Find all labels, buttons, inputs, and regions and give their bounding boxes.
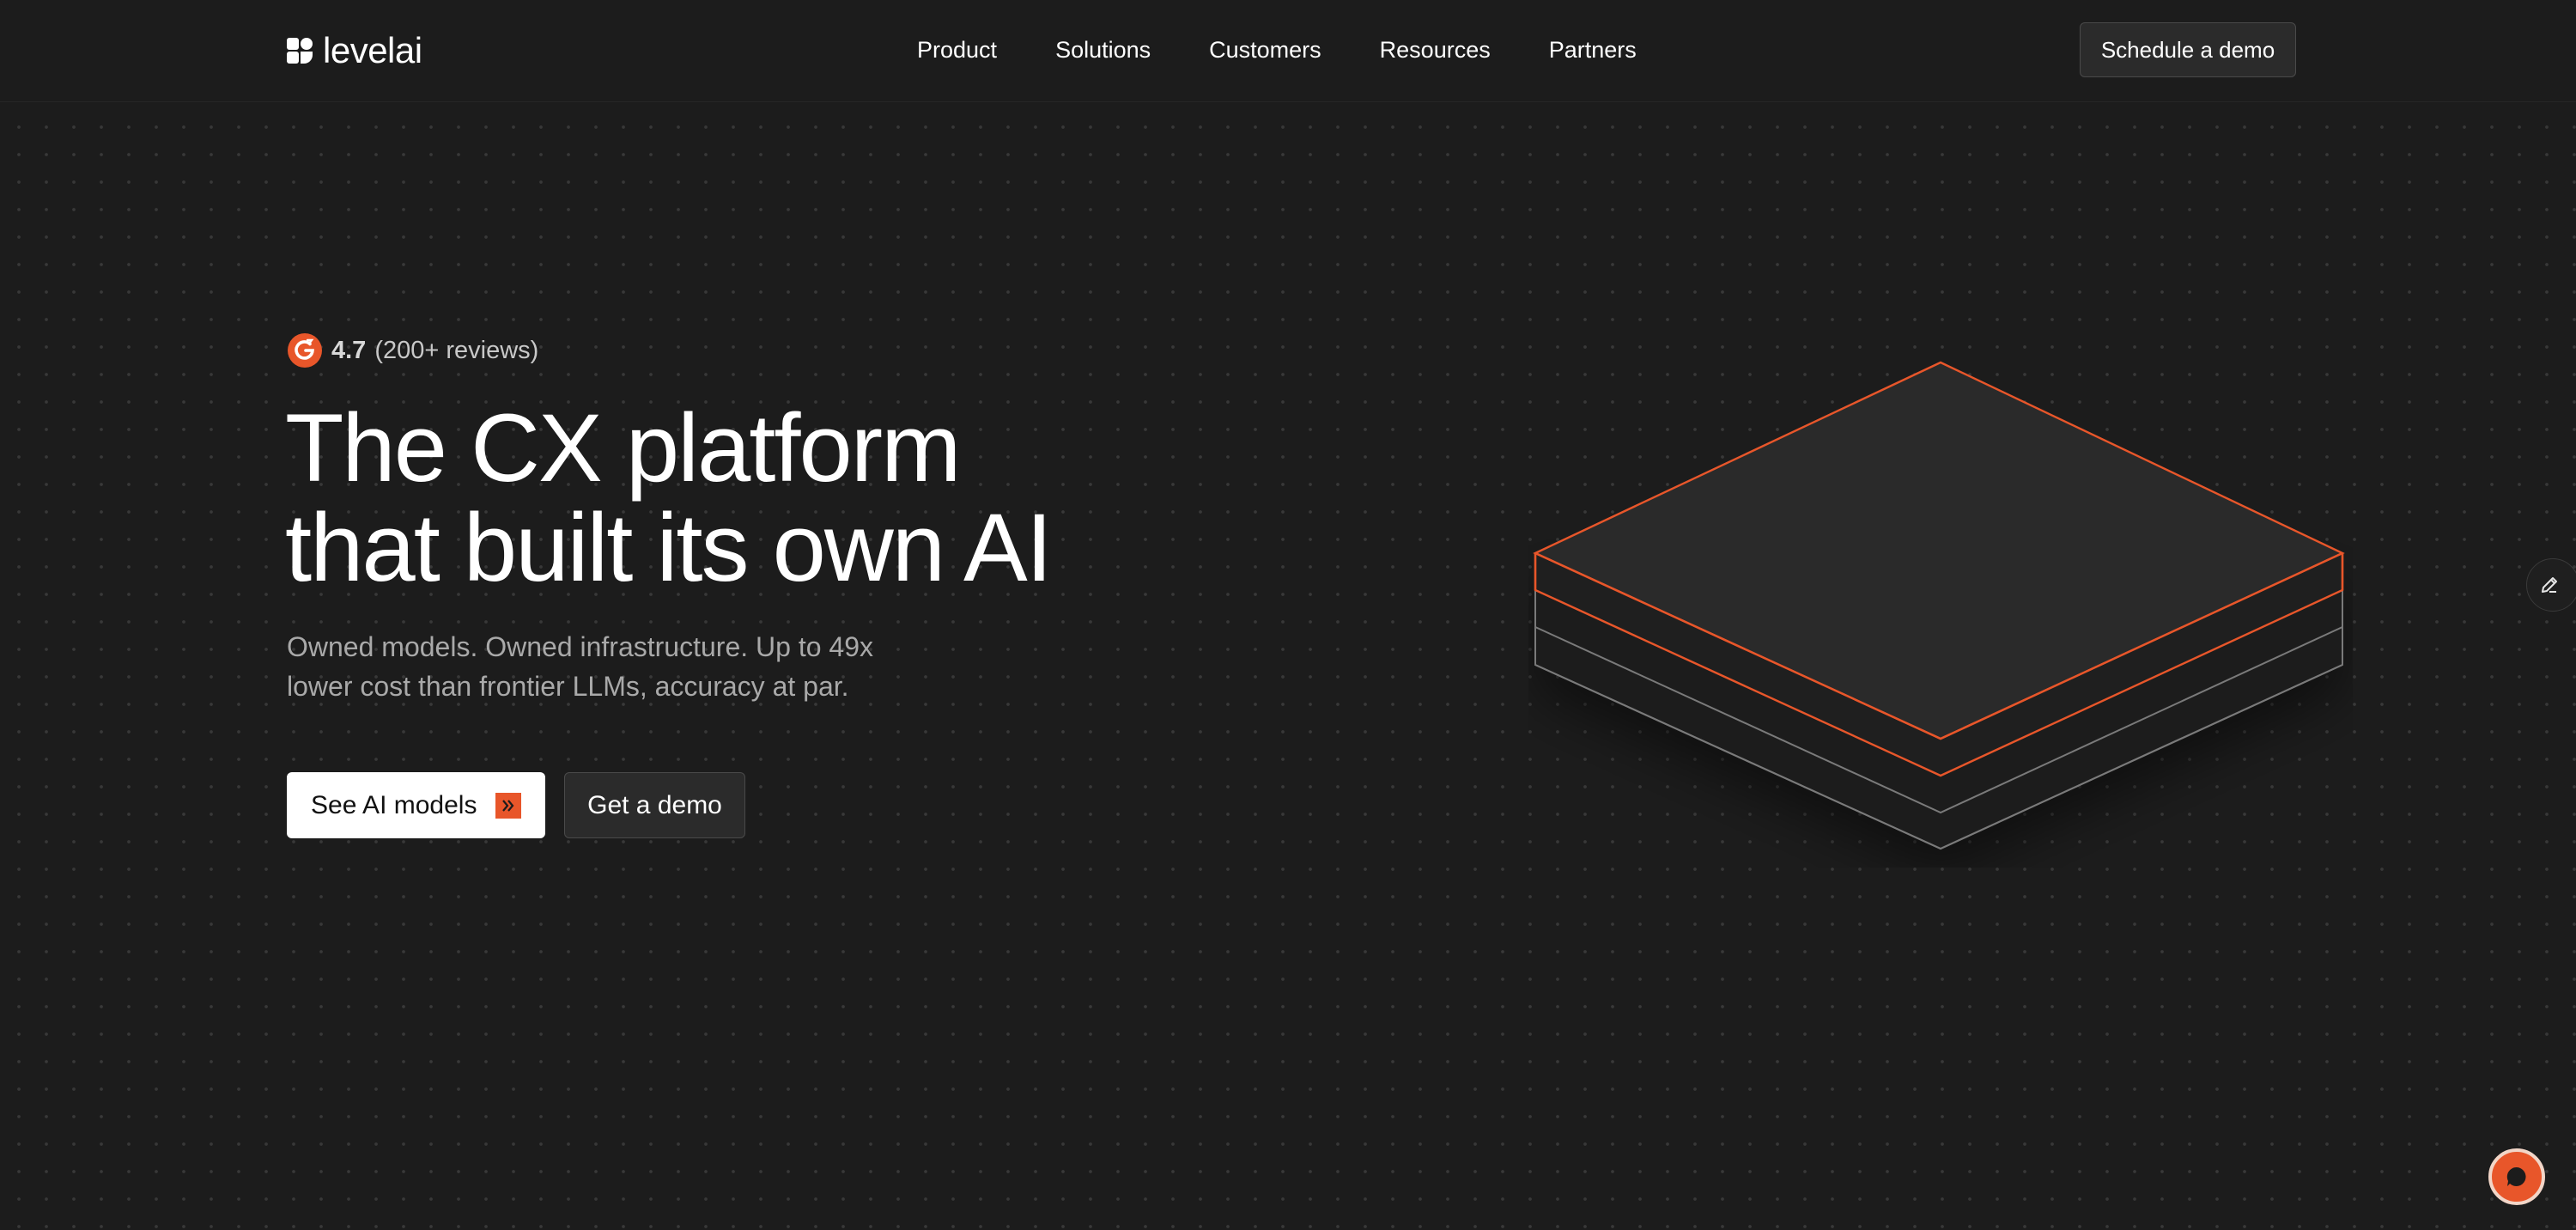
hero-subhead: Owned models. Owned infrastructure. Up t… [287, 627, 939, 706]
g2-icon [288, 333, 322, 368]
double-chevron-right-icon [495, 793, 521, 819]
rating-score: 4.7 [331, 336, 367, 364]
hero-headline: The CX platform that built its own AI [285, 399, 1315, 598]
site-header: levelai Product Solutions Customers Reso… [0, 0, 2576, 102]
rating-count: (200+ reviews) [374, 336, 539, 364]
hero-subhead-line-1: Owned models. Owned infrastructure. Up t… [287, 631, 873, 662]
stacked-layers-illustration [1533, 361, 2345, 850]
see-ai-models-label: See AI models [311, 790, 477, 819]
logo[interactable]: levelai [287, 31, 422, 70]
hero-headline-line-2: that built its own AI [285, 494, 1053, 601]
nav-item-product[interactable]: Product [917, 33, 997, 67]
logo-text: levelai [323, 30, 422, 70]
nav-item-solutions[interactable]: Solutions [1055, 33, 1151, 67]
schedule-demo-button[interactable]: Schedule a demo [2080, 22, 2296, 77]
rating-badge[interactable]: 4.7 (200+ reviews) [287, 332, 538, 369]
chat-widget-button[interactable] [2488, 1148, 2545, 1205]
hero-subhead-line-2: lower cost than frontier LLMs, accuracy … [287, 671, 849, 702]
hero-headline-line-1: The CX platform [285, 394, 961, 502]
levelai-logo-icon [287, 38, 313, 64]
pencil-icon [2542, 577, 2557, 593]
nav-item-customers[interactable]: Customers [1209, 33, 1321, 67]
nav-item-resources[interactable]: Resources [1380, 33, 1491, 67]
see-ai-models-button[interactable]: See AI models [287, 772, 545, 838]
chat-bubble-icon [2506, 1166, 2526, 1186]
main-nav: Product Solutions Customers Resources Pa… [917, 33, 1637, 67]
edit-widget-button[interactable] [2526, 558, 2576, 612]
get-demo-button[interactable]: Get a demo [564, 772, 745, 838]
page: levelai Product Solutions Customers Reso… [0, 0, 2576, 1230]
nav-item-partners[interactable]: Partners [1549, 33, 1637, 67]
